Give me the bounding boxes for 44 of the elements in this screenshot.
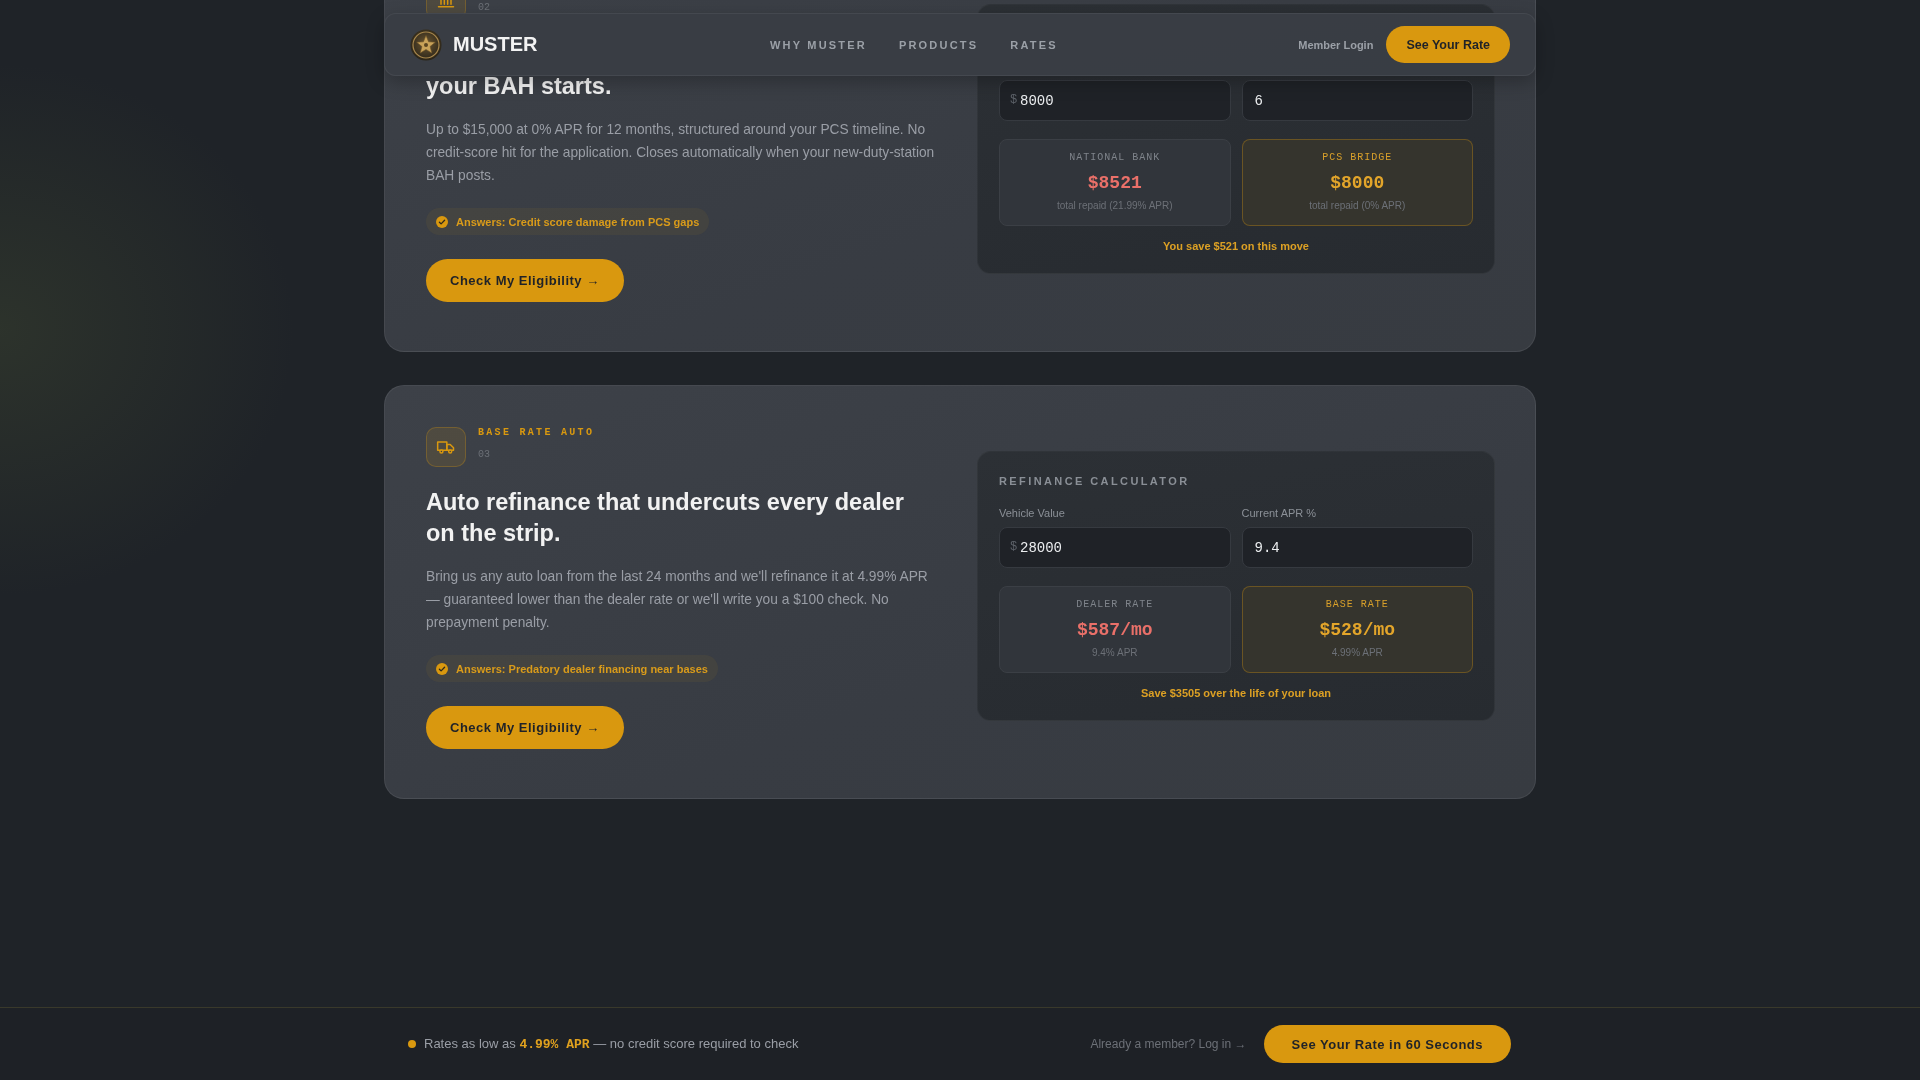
result-label: NATIONAL BANK — [1069, 152, 1161, 164]
input-field[interactable]: 6 — [1241, 80, 1473, 121]
answer-text: Answers: Predatory dealer financing near bases — [456, 662, 708, 675]
nav-link[interactable]: PRODUCTS — [898, 38, 979, 51]
product-heading: your BAH starts. — [426, 72, 612, 101]
product-label: BASE RATE AUTO — [478, 427, 595, 439]
product-description: Up to $15,000 at 0% APR for 12 months, structured around your PCS timeline. No credit-score hit for the application. Closes automatically when your new-duty-station BAH posts. — [426, 121, 936, 185]
check-eligibility-button[interactable]: Check My Eligibility → — [426, 259, 624, 302]
field-label: Current APR % — [1241, 507, 1317, 519]
result-note: 9.4% APR — [1091, 646, 1138, 659]
star-emblem-icon — [410, 28, 442, 61]
nav-link[interactable]: RATES — [1010, 38, 1058, 51]
nav-link[interactable]: WHY MUSTER — [769, 38, 867, 51]
input-field[interactable]: 9.4 — [1241, 527, 1473, 568]
product-description: Bring us any auto loan from the last 24 months and we'll refinance it at 4.99% APR — guaranteed lower than the dealer rate or we'll write you a $100 check. No prepayment penalty. — [426, 568, 929, 632]
result-label: PCS BRIDGE — [1322, 152, 1393, 164]
brand-name[interactable]: MUSTER — [453, 33, 538, 56]
check-circle-icon — [436, 215, 448, 228]
see-rate-button[interactable]: See Your Rate in 60 Seconds — [1263, 1025, 1511, 1063]
answer-text: Answers: Credit score damage from PCS gaps — [456, 215, 700, 228]
result-value: $528/mo — [1319, 619, 1396, 641]
result-value: $8521 — [1087, 172, 1142, 194]
savings-text: You save $521 on this move — [1162, 239, 1310, 253]
savings-text: Save $3505 over the life of your loan — [1139, 686, 1333, 700]
field-label: Vehicle Value — [999, 507, 1065, 519]
truck-icon — [426, 427, 466, 467]
result-note: 4.99% APR — [1331, 646, 1383, 659]
product-heading: Auto refinance that undercuts every dealer on the strip. — [426, 488, 905, 548]
currency-symbol: $ — [1010, 539, 1018, 556]
status-dot-icon — [408, 1040, 416, 1048]
check-circle-icon — [436, 662, 448, 675]
result-value: $8000 — [1330, 172, 1385, 194]
currency-symbol: $ — [1010, 92, 1018, 109]
calculator-title: REFINANCE CALCULATOR — [999, 475, 1190, 487]
result-label: DEALER RATE — [1076, 599, 1154, 611]
see-rate-button[interactable]: See Your Rate — [1386, 26, 1510, 63]
check-eligibility-button[interactable]: Check My Eligibility → — [426, 706, 624, 749]
result-value: $587/mo — [1076, 619, 1153, 641]
promo-text: Rates as low as 4.99% APR — no credit score required to check — [424, 1036, 799, 1052]
result-note: total repaid (21.99% APR) — [1056, 199, 1173, 212]
result-note: total repaid (0% APR) — [1309, 199, 1406, 212]
login-link[interactable]: Already a member? Log in → — [1090, 1037, 1247, 1051]
member-login-link[interactable]: Member Login — [1298, 38, 1374, 51]
result-label: BASE RATE — [1325, 599, 1389, 611]
